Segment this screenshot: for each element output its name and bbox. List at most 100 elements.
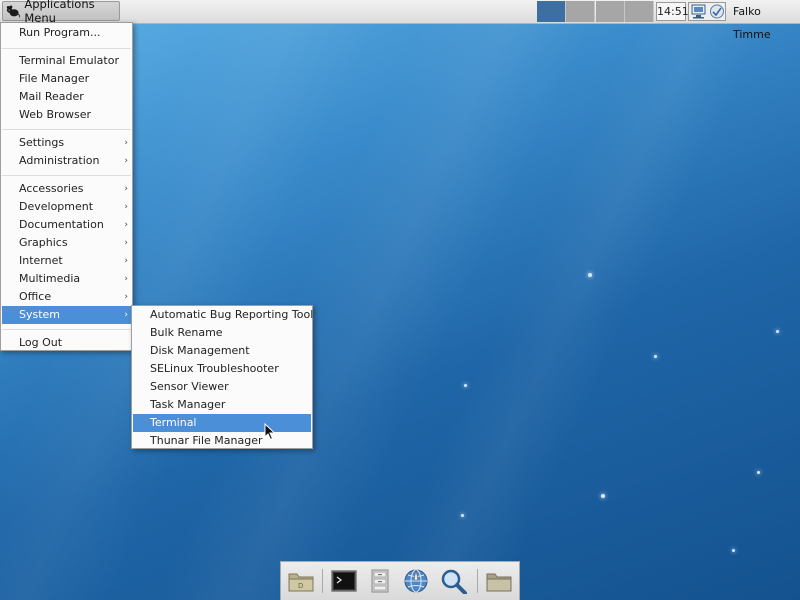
xfce-mouse-logo-icon [6,5,21,18]
top-panel: Applications Menu 14:51 Falko Timme [0,0,800,41]
search-icon [441,569,467,594]
menu-item-internet[interactable]: Internet › [2,252,131,270]
system-submenu: Automatic Bug Reporting Tool Bulk Rename… [131,305,313,449]
menu-item-mail-reader[interactable]: Mail Reader [2,88,131,106]
wallpaper-sparkle [464,384,467,387]
wallpaper-sparkle [601,494,605,498]
submenu-arrow-icon: › [124,310,128,320]
menu-item-graphics[interactable]: Graphics › [2,234,131,252]
dock-search-button[interactable] [439,567,469,595]
submenu-arrow-icon: › [124,292,128,302]
wallpaper-sparkle [757,471,760,474]
menu-item-log-out[interactable]: Log Out [2,334,131,352]
menu-item-label: Automatic Bug Reporting Tool [150,308,314,321]
menu-item-label: SELinux Troubleshooter [150,362,279,375]
menu-item-settings[interactable]: Settings › [2,134,131,152]
menu-separator [2,48,131,49]
menu-item-label: Sensor Viewer [150,380,229,393]
submenu-arrow-icon: › [124,220,128,230]
menu-separator [2,329,131,330]
menu-item-label: Office [19,290,52,303]
menu-item-label: Web Browser [19,108,92,121]
wallpaper-sparkle [776,330,779,333]
dock-terminal-button[interactable] [329,567,359,595]
svg-text:D: D [298,582,303,590]
system-tray [688,2,726,21]
menu-item-label: Administration [19,154,100,167]
menu-item-multimedia[interactable]: Multimedia › [2,270,131,288]
dock-web-browser-button[interactable] [401,567,431,595]
submenu-arrow-icon: › [124,238,128,248]
mouse-pointer-icon [264,423,276,441]
menu-item-label: Bulk Rename [150,326,223,339]
submenu-arrow-icon: › [124,256,128,266]
submenu-arrow-icon: › [124,202,128,212]
terminal-icon [331,570,357,592]
submenu-item-terminal[interactable]: Terminal [133,414,311,432]
wallpaper-sparkle [588,273,592,277]
wallpaper-sparkle [654,355,657,358]
applications-menu: Run Program... Terminal Emulator File Ma… [0,22,133,351]
submenu-item-selinux-troubleshooter[interactable]: SELinux Troubleshooter [133,360,311,378]
workspace-4[interactable] [625,1,654,22]
menu-item-label: Task Manager [150,398,226,411]
menu-item-label: Graphics [19,236,68,249]
submenu-item-sensor-viewer[interactable]: Sensor Viewer [133,378,311,396]
menu-item-label: File Manager [19,72,90,85]
menu-item-administration[interactable]: Administration › [2,152,131,170]
dock-separator [322,569,323,593]
dock-file-cabinet-button[interactable] [365,567,395,595]
menu-item-label: Run Program... [19,26,101,39]
folder-icon [486,573,512,592]
workspace-1[interactable] [537,1,566,22]
submenu-arrow-icon: › [124,156,128,166]
desktop-folder-icon: D [288,573,314,592]
menu-item-office[interactable]: Office › [2,288,131,306]
submenu-arrow-icon: › [124,138,128,148]
menu-item-label: Accessories [19,182,84,195]
menu-item-run-program[interactable]: Run Program... [2,24,131,42]
update-notifier-icon[interactable] [708,3,726,20]
menu-item-label: Terminal Emulator [19,54,119,67]
menu-item-label: Settings [19,136,65,149]
submenu-item-automatic-bug-reporting-tool[interactable]: Automatic Bug Reporting Tool [133,306,314,324]
menu-item-label: Development [19,200,94,213]
menu-separator [2,175,131,176]
menu-item-label: Thunar File Manager [150,434,263,447]
wallpaper-sparkle [461,514,464,517]
menu-item-label: Documentation [19,218,104,231]
submenu-item-disk-management[interactable]: Disk Management [133,342,311,360]
menu-item-label: Mail Reader [19,90,84,103]
bottom-dock: D [280,561,520,600]
menu-item-accessories[interactable]: Accessories › [2,180,131,198]
submenu-item-bulk-rename[interactable]: Bulk Rename [133,324,311,342]
menu-item-file-manager[interactable]: File Manager [2,70,131,88]
web-browser-icon [404,569,428,593]
menu-item-label: Log Out [19,336,63,349]
dock-separator [477,569,478,593]
submenu-arrow-icon: › [124,184,128,194]
menu-item-label: Terminal [150,416,197,429]
workspace-3[interactable] [596,1,625,22]
menu-item-terminal-emulator[interactable]: Terminal Emulator [2,52,131,70]
file-cabinet-icon [371,569,389,593]
menu-item-development[interactable]: Development › [2,198,131,216]
menu-item-label: Disk Management [150,344,250,357]
wallpaper-sparkle [732,549,735,552]
menu-item-label: System [19,308,61,321]
user-name[interactable]: Falko Timme [733,0,800,41]
menu-item-label: Multimedia [19,272,81,285]
menu-separator [2,129,131,130]
clock[interactable]: 14:51 [656,2,689,21]
menu-item-web-browser[interactable]: Web Browser [2,106,131,124]
network-icon[interactable] [690,3,708,20]
submenu-arrow-icon: › [124,274,128,284]
dock-folder-button[interactable] [484,567,514,595]
menu-item-documentation[interactable]: Documentation › [2,216,131,234]
menu-item-system[interactable]: System › [2,306,131,324]
submenu-item-task-manager[interactable]: Task Manager [133,396,311,414]
workspace-2[interactable] [566,1,595,22]
applications-menu-button[interactable]: Applications Menu [2,0,120,25]
dock-show-desktop-button[interactable]: D [286,567,316,595]
submenu-item-thunar-file-manager[interactable]: Thunar File Manager [133,432,311,450]
